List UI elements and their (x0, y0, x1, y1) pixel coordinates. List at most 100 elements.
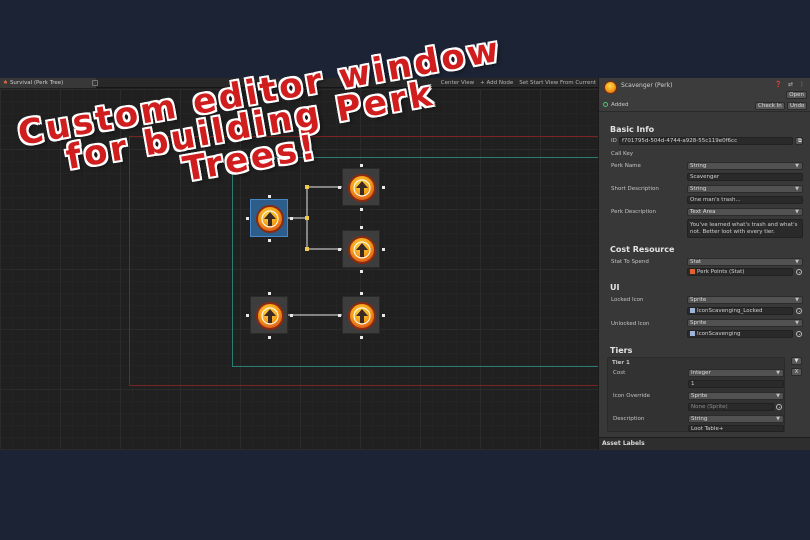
add-tier-button[interactable]: ▼ (791, 357, 802, 365)
id-field[interactable]: f701795d-504d-4744-a928-55c119e0f6cc (619, 137, 793, 145)
locked-icon-object-field[interactable]: IconScavenging_Locked (687, 307, 793, 315)
icon-override-value: None (Sprite) (691, 404, 728, 410)
perk-arrow-icon (256, 302, 284, 330)
node-port[interactable] (382, 314, 385, 317)
locked-icon-label: Locked Icon (611, 297, 644, 303)
node-port[interactable] (360, 336, 363, 339)
node-port[interactable] (382, 186, 385, 189)
unlocked-icon-label: Unlocked Icon (611, 321, 650, 327)
unlocked-icon-object-field[interactable]: IconScavenging (687, 330, 793, 338)
chevron-down-icon: ▼ (776, 416, 780, 422)
sprite-icon (690, 308, 695, 313)
tier-cost-input[interactable]: 1 (688, 380, 784, 388)
stat-type-dropdown[interactable]: Stat ▼ (687, 258, 803, 266)
node-port[interactable] (360, 164, 363, 167)
object-picker-icon[interactable] (796, 308, 802, 314)
perk-arrow-icon (348, 302, 376, 330)
wire-root-to-middle (306, 218, 342, 250)
locked-icon-value: IconScavenging_Locked (697, 308, 763, 314)
node-port[interactable] (290, 217, 293, 220)
node-port[interactable] (246, 314, 249, 317)
stat-object-field[interactable]: Perk Points (Stat) (687, 268, 793, 276)
icon-override-label: Icon Override (613, 393, 651, 399)
tier-description-input[interactable]: Loot Table+ (688, 425, 784, 432)
node-port[interactable] (246, 217, 249, 220)
wire-joint (305, 247, 309, 251)
add-node-button[interactable]: + Add Node (480, 78, 513, 88)
locked-icon-type-dropdown[interactable]: Sprite ▼ (687, 296, 803, 304)
tier-cost-label: Cost (613, 370, 626, 376)
object-picker-icon[interactable] (796, 331, 802, 337)
asset-labels-bar[interactable]: Asset Labels (599, 437, 810, 450)
node-port[interactable] (360, 292, 363, 295)
node-port[interactable] (360, 270, 363, 273)
tier-cost-type-dropdown[interactable]: Integer ▼ (688, 369, 784, 377)
perk-node-middle[interactable] (338, 226, 385, 273)
icon-override-type-dropdown[interactable]: Sprite ▼ (688, 392, 784, 400)
wire-root-to-top (287, 186, 342, 219)
chevron-down-icon: ▼ (795, 186, 799, 192)
icon-override-type-label: Sprite (691, 393, 708, 399)
node-port[interactable] (360, 226, 363, 229)
wire-joint (305, 185, 309, 189)
icon-override-object-field[interactable]: None (Sprite) (688, 403, 774, 411)
node-port[interactable] (268, 336, 271, 339)
open-button[interactable]: Open (786, 91, 807, 99)
header-icons[interactable]: ❓ ⇄ ⋮ (775, 81, 807, 88)
perk-node-root[interactable] (246, 195, 293, 242)
undo-button[interactable]: Undo (787, 102, 808, 110)
unlocked-icon-type-dropdown[interactable]: Sprite ▼ (687, 319, 803, 327)
perk-asset-icon (604, 81, 617, 94)
id-label: ID (611, 138, 617, 144)
perk-name-input[interactable]: Scavenger (687, 173, 803, 181)
added-status: Added (603, 102, 629, 108)
perk-tree-icon: ♠ (3, 80, 8, 86)
short-description-type-dropdown[interactable]: String ▼ (687, 185, 803, 193)
node-port[interactable] (268, 239, 271, 242)
perk-node-bottom-left[interactable] (246, 292, 293, 339)
perk-description-textarea[interactable]: You've learned what's trash and what's n… (687, 219, 803, 238)
tab-menu-icon[interactable] (92, 80, 98, 86)
node-port[interactable] (338, 186, 341, 189)
chevron-down-icon: ▼ (795, 209, 799, 215)
node-port[interactable] (290, 314, 293, 317)
perk-arrow-icon (256, 205, 284, 233)
wire-joint (305, 216, 309, 220)
inspector-title: Scavenger (Perk) (621, 82, 673, 89)
stat-type-label: Stat (690, 259, 702, 265)
perk-name-label: Perk Name (611, 163, 641, 169)
node-port[interactable] (360, 208, 363, 211)
node-port[interactable] (268, 292, 271, 295)
unlocked-icon-value: IconScavenging (697, 331, 741, 337)
node-port[interactable] (338, 314, 341, 317)
node-connections (287, 185, 342, 316)
node-port[interactable] (382, 248, 385, 251)
object-picker-icon[interactable] (796, 269, 802, 275)
chevron-down-icon: ▼ (776, 370, 780, 376)
tier-description-type-dropdown[interactable]: String ▼ (688, 415, 784, 423)
check-in-button[interactable]: Check In (755, 102, 785, 110)
short-description-input[interactable]: One man's trash... (687, 196, 803, 204)
perk-name-type-dropdown[interactable]: String ▼ (687, 162, 803, 170)
stat-to-spend-label: Stat To Spend (611, 259, 649, 265)
perk-name-type-label: String (690, 163, 707, 169)
editor-toolbar: Center View + Add Node Set Start View Fr… (441, 78, 596, 88)
center-view-button[interactable]: Center View (441, 78, 474, 88)
copy-id-icon[interactable]: ⧉ (795, 137, 803, 145)
tier-description-type-label: String (691, 416, 708, 422)
perk-node-bottom-right[interactable] (338, 292, 385, 339)
node-port[interactable] (268, 195, 271, 198)
set-start-view-button[interactable]: Set Start View From Current (519, 78, 596, 88)
tier-1-panel: Tier 1 Cost Integer ▼ 1 Icon Override Spr… (607, 357, 785, 432)
tab-survival-perk-tree[interactable]: ♠ Survival (Perk Tree) (0, 78, 96, 88)
call-key-label: Call Key (611, 151, 633, 157)
perk-node-top[interactable] (338, 164, 385, 211)
section-basic-info: Basic Info (610, 125, 655, 134)
remove-tier-button[interactable]: X (791, 368, 802, 376)
graph-canvas[interactable] (0, 89, 598, 450)
chevron-down-icon: ▼ (795, 320, 799, 326)
perk-description-type-dropdown[interactable]: Text Area ▼ (687, 208, 803, 216)
perk-arrow-icon (348, 236, 376, 264)
object-picker-icon[interactable] (776, 404, 782, 410)
node-port[interactable] (338, 248, 341, 251)
